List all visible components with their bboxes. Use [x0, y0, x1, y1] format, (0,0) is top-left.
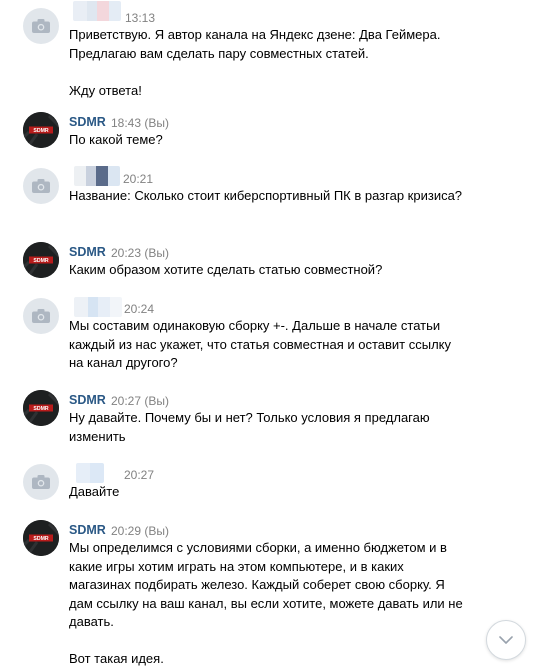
- author-name[interactable]: SDMR: [69, 393, 106, 407]
- svg-text:SDMR: SDMR: [33, 406, 49, 412]
- author-name-redacted: [76, 463, 104, 483]
- camera-icon: [32, 179, 50, 193]
- message-text: Название: Сколько стоит киберспортивный …: [69, 188, 463, 203]
- user-avatar[interactable]: SDMR: [23, 112, 59, 148]
- sdmr-logo-icon: SDMR: [23, 242, 59, 278]
- chevron-down-icon: [499, 636, 513, 644]
- chat-history: 13:13 Приветствую. Я автор канала на Янд…: [0, 0, 537, 666]
- user-avatar[interactable]: SDMR: [23, 242, 59, 278]
- sdmr-logo-icon: SDMR: [23, 520, 59, 556]
- contact-avatar[interactable]: [23, 8, 59, 44]
- message-time: 20:27: [124, 468, 155, 482]
- user-avatar[interactable]: SDMR: [23, 520, 59, 556]
- message-time: 13:13: [125, 11, 156, 25]
- contact-avatar[interactable]: [23, 464, 59, 500]
- camera-icon: [32, 475, 50, 489]
- contact-avatar[interactable]: [23, 298, 59, 334]
- message-text: Мы составим одинаковую сборку +-. Дальше…: [69, 318, 455, 370]
- message-time: 20:24: [124, 302, 155, 316]
- author-name-redacted: [74, 166, 120, 186]
- message-text: По какой теме?: [69, 132, 163, 147]
- message-text: Ну давайте. Почему бы и нет? Только усло…: [69, 410, 434, 444]
- author-name-redacted: [73, 1, 121, 21]
- scroll-to-bottom-button[interactable]: [486, 620, 526, 660]
- sdmr-logo-icon: SDMR: [23, 390, 59, 426]
- svg-text:SDMR: SDMR: [33, 258, 49, 264]
- contact-avatar[interactable]: [23, 168, 59, 204]
- sdmr-logo-icon: SDMR: [23, 112, 59, 148]
- author-name[interactable]: SDMR: [69, 523, 106, 537]
- camera-icon: [32, 309, 50, 323]
- author-name[interactable]: SDMR: [69, 115, 106, 129]
- message-time: 20:21: [123, 172, 154, 186]
- message-time: 20:29 (Вы): [111, 524, 169, 538]
- svg-text:SDMR: SDMR: [33, 128, 49, 134]
- message-time: 20:27 (Вы): [111, 394, 169, 408]
- user-avatar[interactable]: SDMR: [23, 390, 59, 426]
- message-text: Приветствую. Я автор канала на Яндекс дз…: [69, 27, 441, 98]
- svg-text:SDMR: SDMR: [33, 536, 49, 542]
- message-text: Мы определимся с условиями сборки, а име…: [69, 540, 463, 666]
- message-time: 18:43 (Вы): [111, 116, 169, 130]
- camera-icon: [32, 19, 50, 33]
- author-name[interactable]: SDMR: [69, 245, 106, 259]
- message-text: Давайте: [69, 484, 120, 499]
- message-text: Каким образом хотите сделать статью совм…: [69, 262, 383, 277]
- author-name-redacted: [74, 297, 122, 317]
- message-time: 20:23 (Вы): [111, 246, 169, 260]
